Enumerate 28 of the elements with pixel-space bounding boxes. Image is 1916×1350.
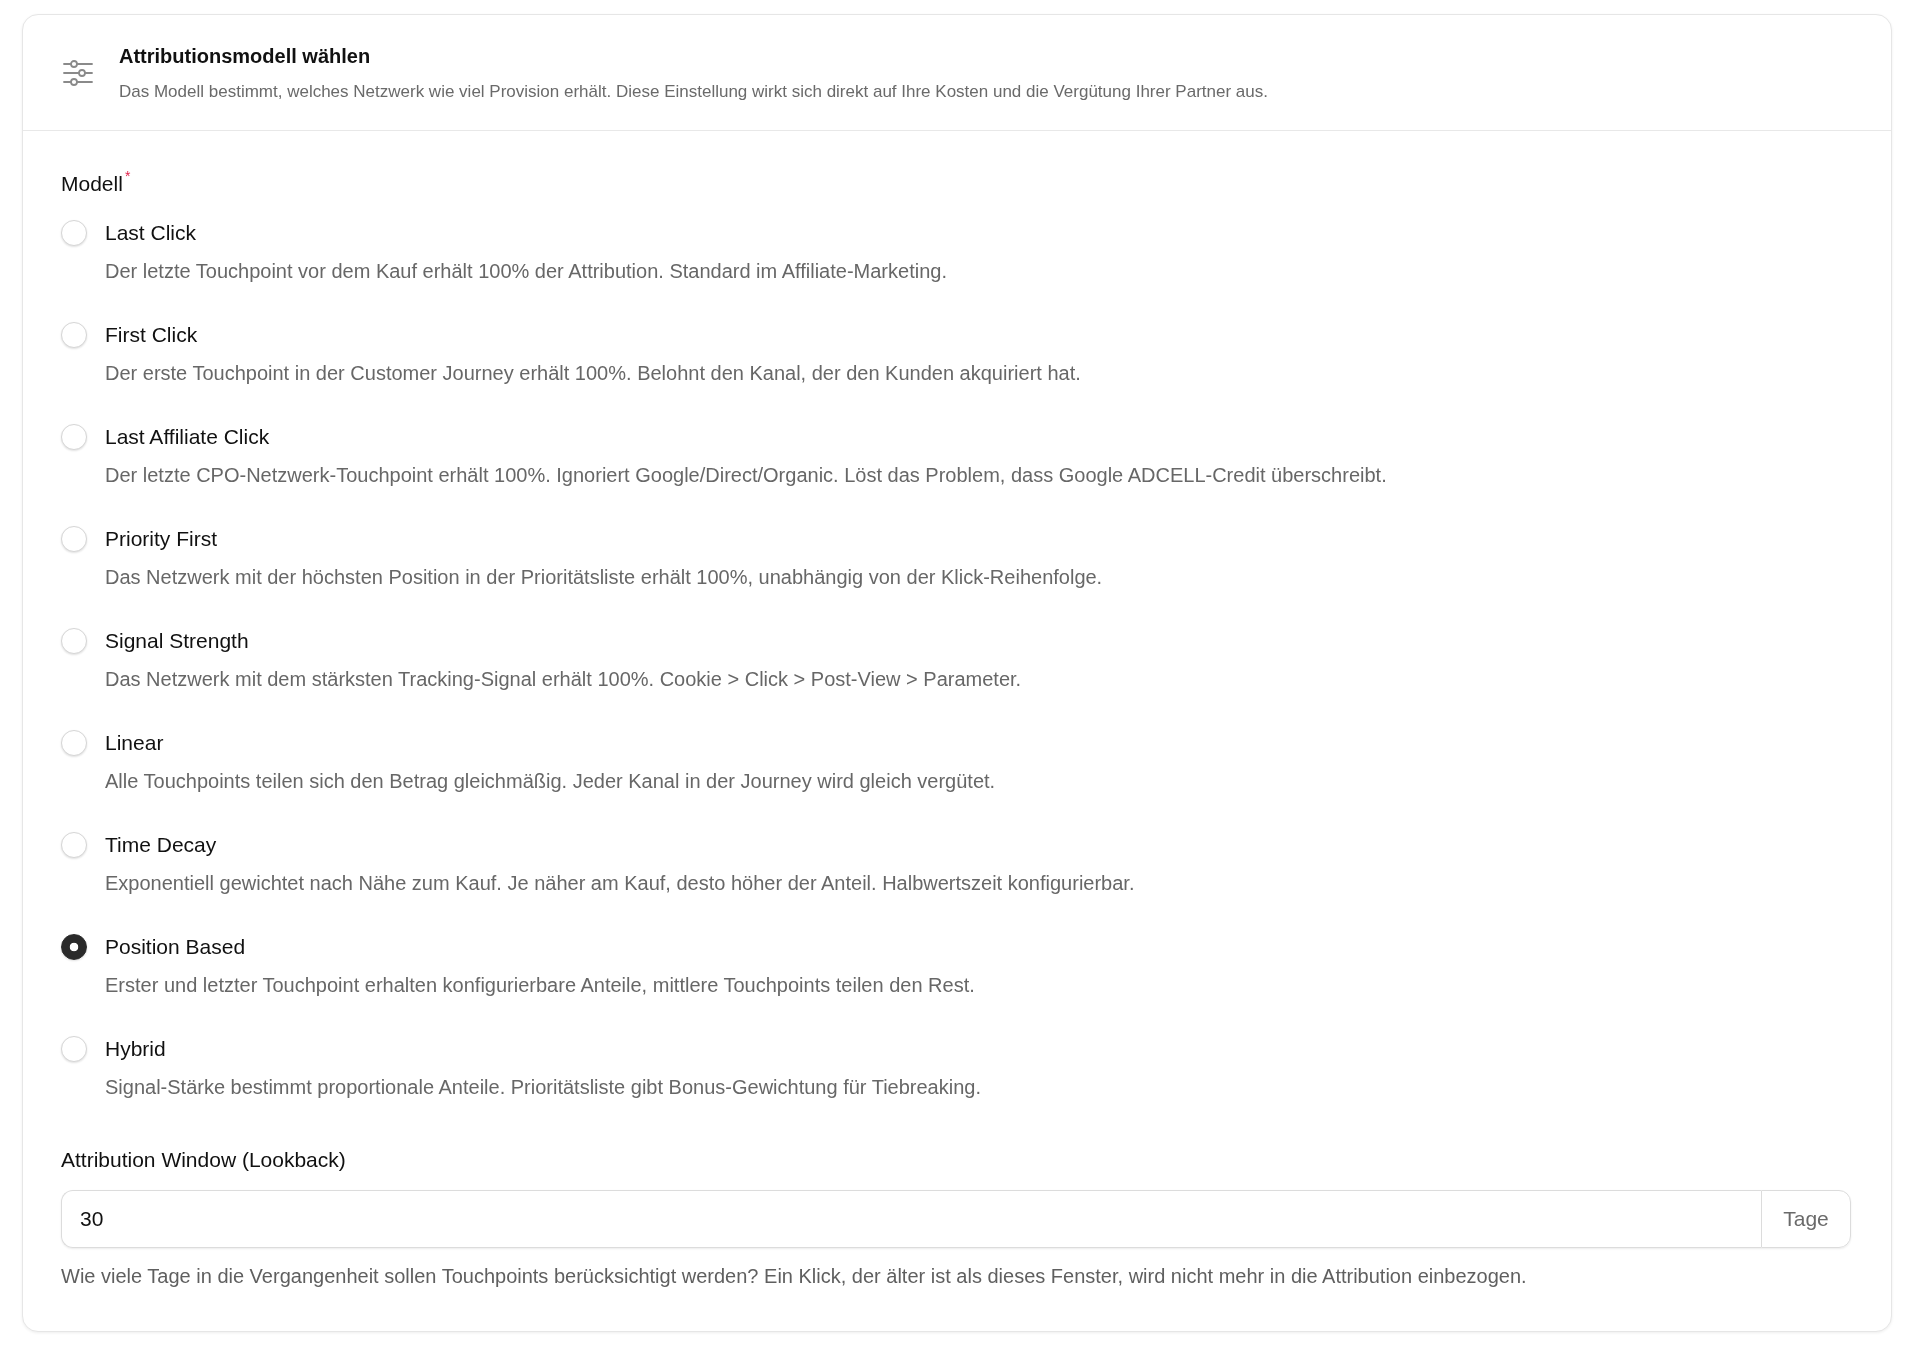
panel-description: Das Modell bestimmt, welches Netzwerk wie viel Provision erhält. Diese Einstellung wirkt sich direkt auf Ihre Kosten und die Vergütung Ihrer Partner aus. bbox=[119, 81, 1268, 103]
unit-addon: Tage bbox=[1761, 1190, 1851, 1248]
field-label: Modell bbox=[61, 171, 123, 197]
option-label[interactable]: Time Decay bbox=[105, 830, 217, 860]
option-description: Signal-Stärke bestimmt proportionale Anteile. Prioritätsliste gibt Bonus-Gewichtung für Tiebreaking. bbox=[105, 1075, 981, 1100]
option-description: Der letzte Touchpoint vor dem Kauf erhält 100% der Attribution. Standard im Affiliate-Marketing. bbox=[105, 259, 947, 284]
option-description: Exponentiell gewichtet nach Nähe zum Kauf. Je näher am Kauf, desto höher der Anteil. Halbwertszeit konfigurierbar. bbox=[105, 871, 1135, 896]
required-asterisk: * bbox=[124, 169, 131, 183]
option-description: Alle Touchpoints teilen sich den Betrag gleichmäßig. Jeder Kanal in der Journey wird gleich vergütet. bbox=[105, 769, 996, 794]
option-label[interactable]: Last Affiliate Click bbox=[105, 422, 270, 452]
panel-title: Attributionsmodell wählen bbox=[119, 44, 371, 69]
radio-button[interactable] bbox=[61, 934, 87, 960]
option-description: Der letzte CPO-Netzwerk-Touchpoint erhält 100%. Ignoriert Google/Direct/Organic. Löst das Problem, dass Google ADCELL-Credit überschreibt. bbox=[105, 463, 1387, 488]
option-label[interactable]: Last Click bbox=[105, 218, 197, 248]
option-label[interactable]: Hybrid bbox=[105, 1034, 166, 1064]
option-label[interactable]: Position Based bbox=[105, 932, 246, 962]
option-label[interactable]: Priority First bbox=[105, 524, 217, 554]
sliders-icon bbox=[63, 60, 93, 86]
option-label[interactable]: First Click bbox=[105, 320, 198, 350]
option-label[interactable]: Signal Strength bbox=[105, 626, 249, 656]
field-label: Attribution Window (Lookback) bbox=[61, 1147, 346, 1173]
option-description: Der erste Touchpoint in der Customer Journey erhält 100%. Belohnt den Kanal, der den Kunden akquiriert hat. bbox=[105, 361, 1081, 386]
option-description: Das Netzwerk mit dem stärksten Tracking-Signal erhält 100%. Cookie > Click > Post-View > Parameter. bbox=[105, 667, 1022, 692]
number-input[interactable]: 30 bbox=[61, 1190, 1761, 1248]
option-label[interactable]: Linear bbox=[105, 728, 164, 758]
option-description: Erster und letzter Touchpoint erhalten konfigurierbare Anteile, mittlere Touchpoints teilen den Rest. bbox=[105, 973, 975, 998]
option-description: Das Netzwerk mit der höchsten Position in der Prioritätsliste erhält 100%, unabhängig von der Klick-Reihenfolge. bbox=[105, 565, 1103, 590]
help-text: Wie viele Tage in die Vergangenheit sollen Touchpoints berücksichtigt werden? Ein Klick, der älter ist als dieses Fenster, wird nicht mehr in die Attribution einbezogen. bbox=[61, 1264, 1528, 1289]
